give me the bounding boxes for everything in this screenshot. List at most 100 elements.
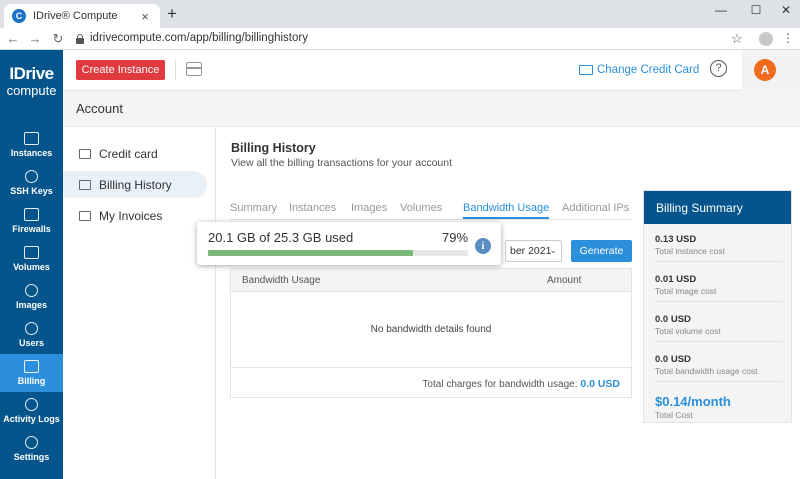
back-icon[interactable]: ←	[6, 31, 20, 47]
month-select-value: ber 2021	[510, 245, 552, 257]
storage-usage-percent: 79%	[442, 230, 469, 245]
summary-value: 0.01 USD	[655, 274, 697, 285]
month-select[interactable]: ber 2021 ⌄	[505, 240, 562, 262]
sidebar-item-label: SSH Keys	[10, 186, 53, 196]
forward-icon[interactable]: →	[28, 31, 42, 47]
summary-row-image: 0.01 USD Total image cost	[655, 274, 783, 302]
main-sidebar: IDrive compute Instances SSH Keys Firewa…	[0, 50, 63, 479]
help-icon[interactable]: ?	[710, 60, 727, 77]
sidebar-item-instances[interactable]: Instances	[0, 126, 63, 164]
table-header: Bandwidth Usage Amount	[231, 269, 631, 292]
subnav-item-my-invoices[interactable]: My Invoices	[63, 202, 207, 229]
users-icon	[25, 322, 38, 335]
gear-icon	[25, 436, 38, 449]
credit-card-icon	[79, 148, 91, 159]
activity-logs-icon	[25, 398, 38, 411]
subnav-item-label: My Invoices	[99, 208, 163, 223]
storage-usage-popup: 20.1 GB of 25.3 GB used 79% i	[197, 222, 501, 265]
minimize-icon[interactable]: —	[711, 3, 731, 17]
sidebar-nav: Instances SSH Keys Firewalls Volumes Ima…	[0, 126, 63, 468]
sidebar-item-label: Settings	[13, 452, 50, 462]
billing-summary-panel: Billing Summary 0.13 USD Total instance …	[643, 190, 792, 423]
sidebar-item-users[interactable]: Users	[0, 316, 63, 354]
tab-volumes[interactable]: Volumes	[400, 202, 442, 214]
summary-value: 0.0 USD	[655, 354, 691, 365]
bookmark-star-icon[interactable]: ☆	[731, 31, 743, 47]
browser-tab-bar: C IDrive® Compute × + — ☐ ✕	[0, 0, 800, 28]
top-header: Create Instance Change Credit Card ? A	[63, 50, 800, 91]
tab-summary[interactable]: Summary	[230, 202, 277, 214]
summary-label: Total volume cost	[655, 326, 721, 336]
credit-card-icon	[579, 65, 593, 75]
avatar[interactable]: A	[754, 59, 776, 81]
sidebar-item-ssh-keys[interactable]: SSH Keys	[0, 164, 63, 202]
tab-additional-ips[interactable]: Additional IPs	[562, 202, 629, 214]
sidebar-item-label: Users	[18, 338, 45, 348]
profile-icon[interactable]	[759, 32, 773, 46]
images-icon	[25, 284, 38, 297]
summary-row-bandwidth: 0.0 USD Total bandwidth usage cost	[655, 354, 783, 382]
total-label: Total charges for bandwidth usage:	[422, 379, 578, 390]
header-divider	[175, 60, 176, 80]
address-bar: ← → ↻ idrivecompute.com/app/billing/bill…	[0, 28, 800, 50]
new-tab-icon[interactable]: +	[164, 5, 180, 22]
subnav-item-label: Billing History	[99, 177, 172, 192]
firewall-icon	[24, 208, 39, 221]
summary-value: 0.13 USD	[655, 234, 697, 245]
column-header-amount: Amount	[547, 275, 582, 286]
total-value: 0.0 USD	[580, 378, 620, 390]
sidebar-item-label: Billing	[17, 376, 46, 386]
create-instance-button[interactable]: Create Instance	[76, 60, 165, 80]
tab-images[interactable]: Images	[351, 202, 387, 214]
summary-row-instance: 0.13 USD Total instance cost	[655, 234, 783, 262]
storage-progress-fill	[208, 250, 414, 256]
billing-history-icon	[79, 179, 91, 190]
summary-row-volume: 0.0 USD Total volume cost	[655, 314, 783, 342]
summary-label: Total image cost	[655, 286, 717, 296]
bandwidth-total: Total charges for bandwidth usage: 0.0 U…	[422, 378, 620, 390]
tab-bandwidth-usage[interactable]: Bandwidth Usage	[463, 202, 550, 219]
browser-tab[interactable]: C IDrive® Compute ×	[4, 4, 160, 28]
storage-usage-text: 20.1 GB of 25.3 GB used	[208, 230, 354, 245]
summary-label: Total bandwidth usage cost	[655, 366, 758, 376]
browser-menu-icon[interactable]: ⋮	[782, 31, 794, 45]
lock-icon	[76, 34, 84, 44]
close-window-icon[interactable]: ✕	[776, 3, 796, 17]
billing-card-icon[interactable]	[186, 62, 202, 76]
sidebar-item-settings[interactable]: Settings	[0, 430, 63, 468]
tab-instances[interactable]: Instances	[289, 202, 336, 214]
subnav-item-billing-history[interactable]: Billing History	[63, 171, 207, 198]
summary-label: Total instance cost	[655, 246, 725, 256]
close-tab-icon[interactable]: ×	[138, 9, 152, 24]
invoice-icon	[79, 210, 91, 221]
subnav-item-credit-card[interactable]: Credit card	[63, 140, 207, 167]
sidebar-item-volumes[interactable]: Volumes	[0, 240, 63, 278]
info-icon[interactable]: i	[475, 238, 491, 254]
bandwidth-table: Bandwidth Usage Amount No bandwidth deta…	[230, 268, 632, 398]
maximize-icon[interactable]: ☐	[746, 3, 766, 17]
sidebar-item-billing[interactable]: Billing	[0, 354, 63, 392]
generate-button[interactable]: Generate	[571, 240, 632, 262]
sidebar-item-label: Volumes	[13, 262, 50, 272]
sidebar-item-firewalls[interactable]: Firewalls	[0, 202, 63, 240]
reload-icon[interactable]: ↻	[51, 31, 65, 47]
billing-history-subtitle: View all the billing transactions for yo…	[231, 157, 453, 169]
chevron-down-icon: ⌄	[549, 245, 557, 255]
billing-icon	[24, 360, 39, 373]
tabs-divider	[230, 219, 632, 220]
sidebar-item-label: Images	[15, 300, 48, 310]
column-header-bandwidth-usage: Bandwidth Usage	[242, 275, 321, 286]
idrive-compute-logo[interactable]: IDrive compute	[0, 50, 63, 120]
account-subnav: Credit card Billing History My Invoices	[63, 127, 216, 479]
avatar-area: A	[742, 50, 800, 91]
sidebar-item-label: Instances	[10, 148, 53, 158]
sidebar-item-activity-logs[interactable]: Activity Logs	[0, 392, 63, 430]
browser-tab-title: IDrive® Compute	[33, 10, 118, 22]
sidebar-item-images[interactable]: Images	[0, 278, 63, 316]
url-field[interactable]: idrivecompute.com/app/billing/billinghis…	[90, 32, 308, 44]
change-credit-card-link[interactable]: Change Credit Card	[597, 64, 699, 76]
compute-favicon-icon: C	[12, 9, 26, 23]
summary-value: 0.0 USD	[655, 314, 691, 325]
table-footer-divider	[231, 367, 631, 368]
instances-icon	[24, 132, 39, 145]
